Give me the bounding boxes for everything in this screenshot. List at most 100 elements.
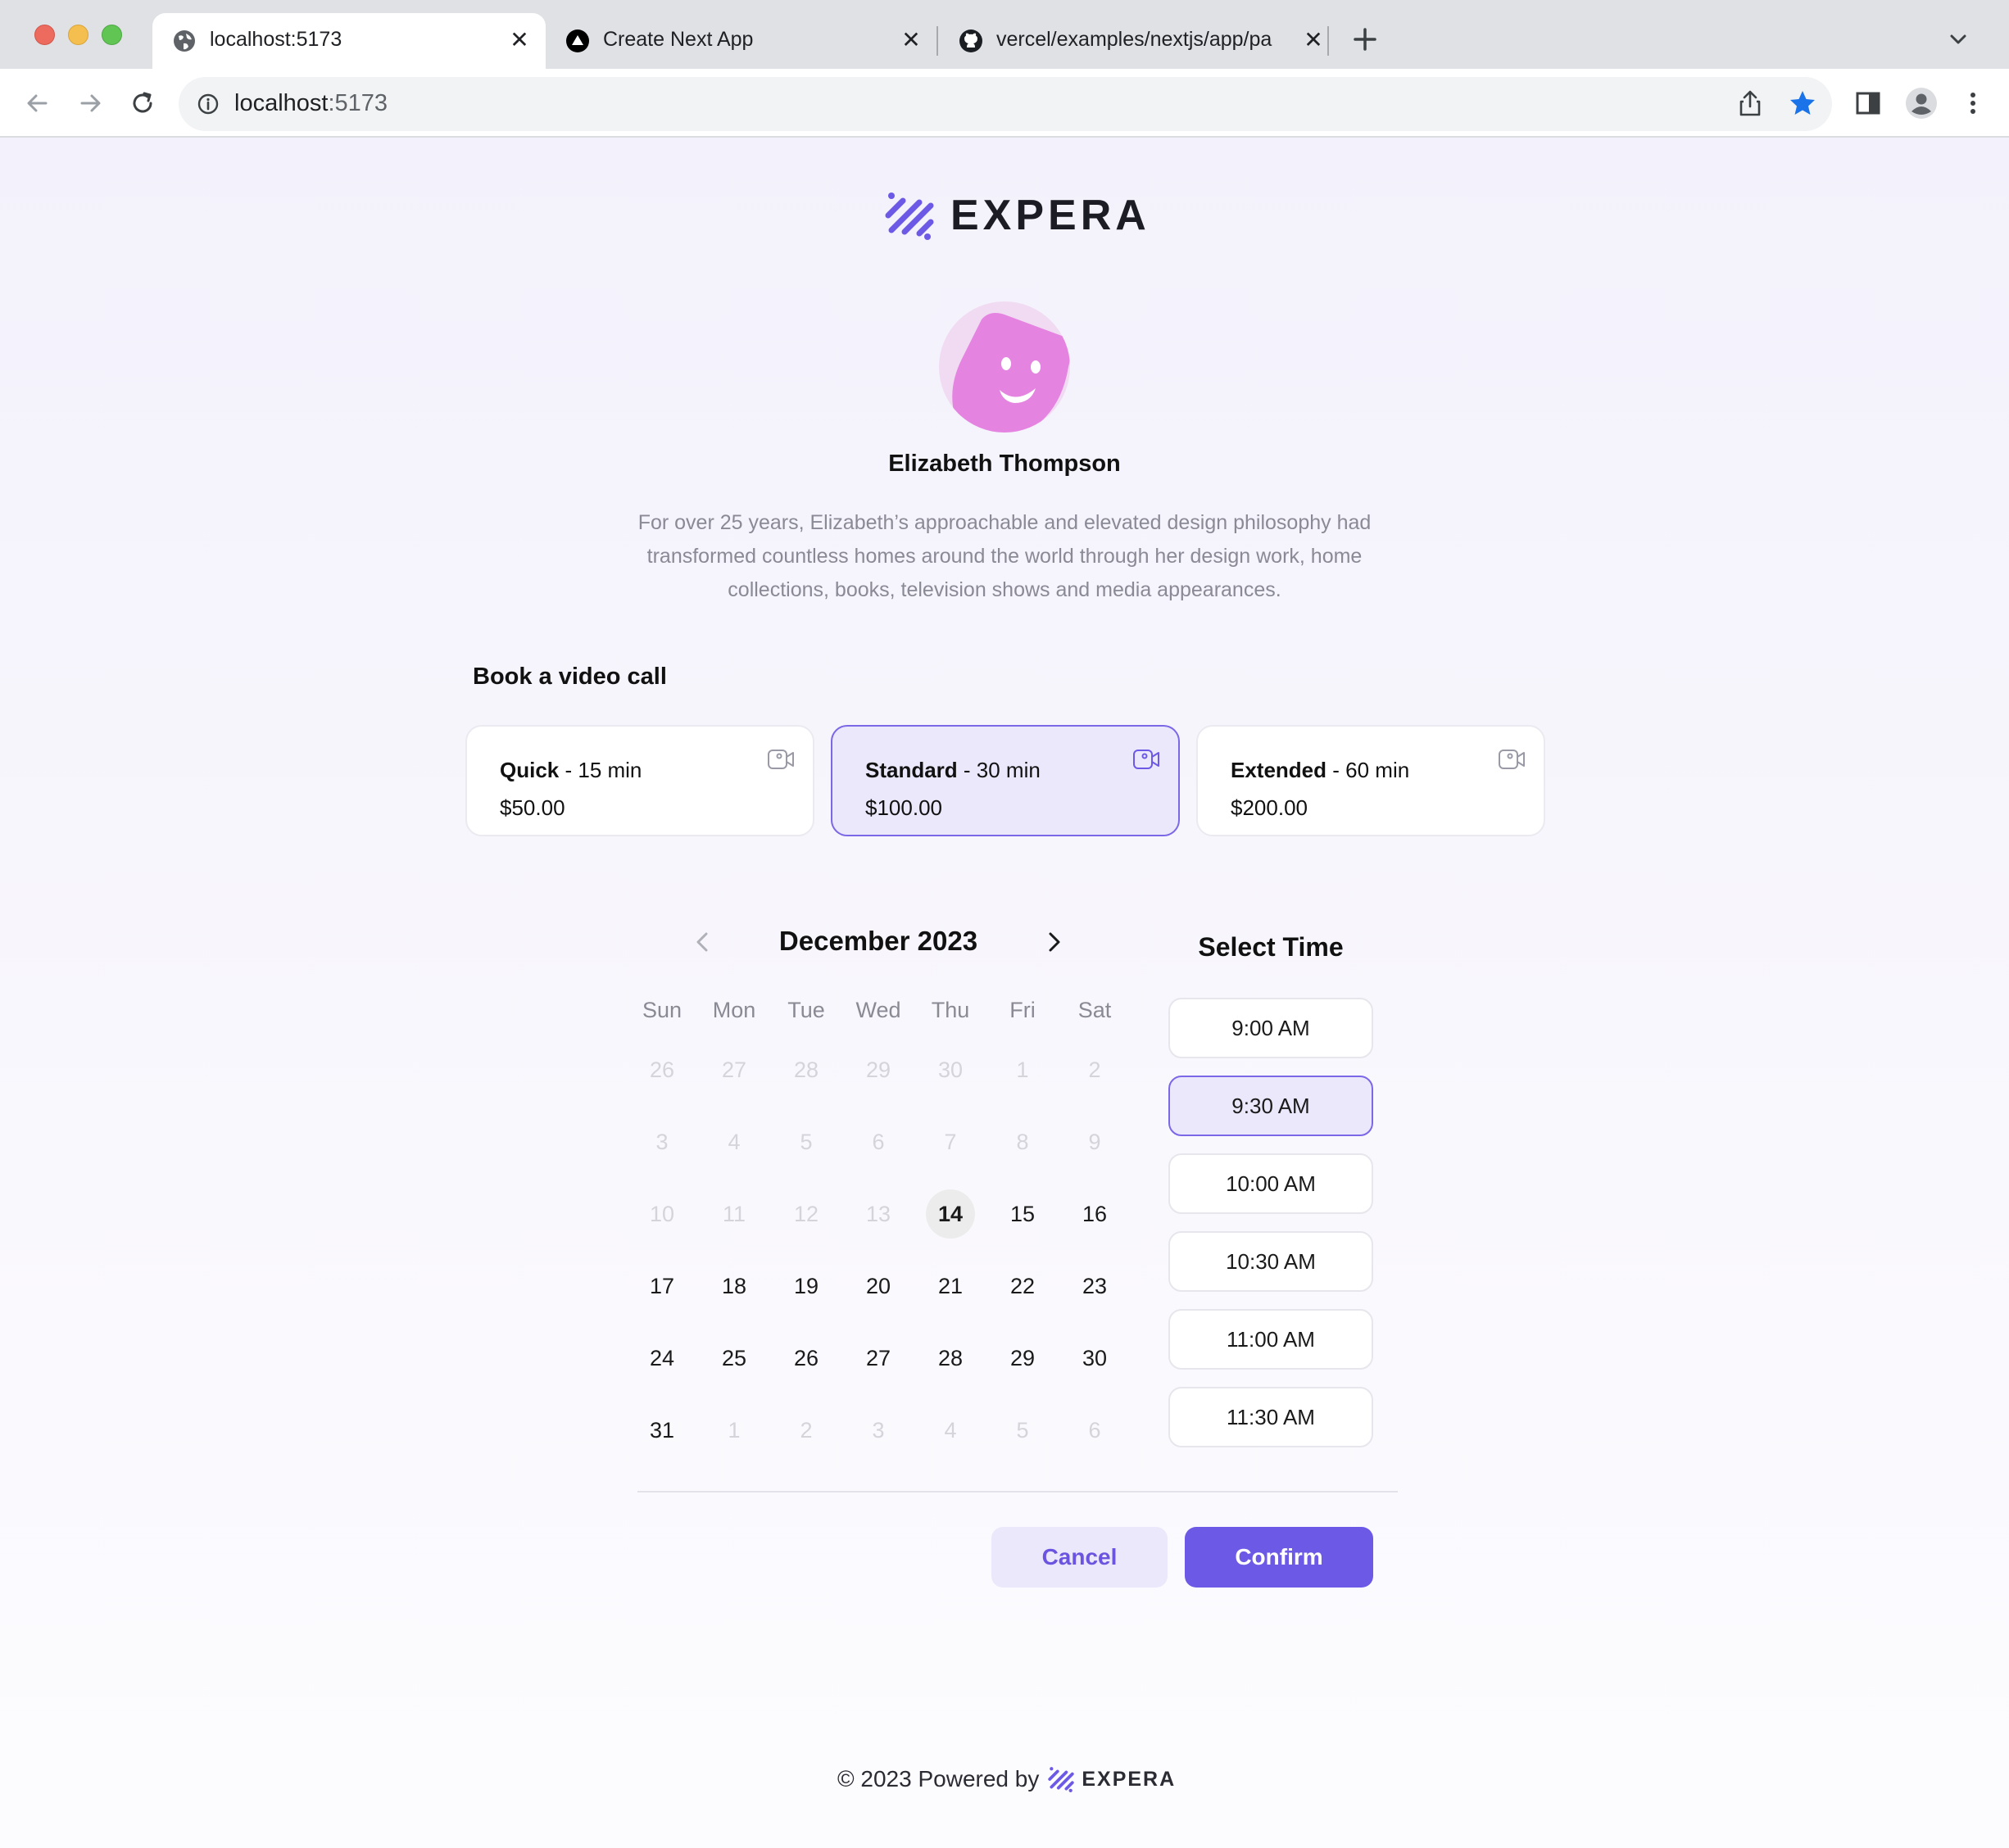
footer-brand: EXPERA: [1082, 1767, 1177, 1791]
profile-avatar-icon[interactable]: [1905, 87, 1938, 120]
plan-price: $100.00: [865, 795, 942, 820]
calendar-day-disabled: 1: [728, 1418, 741, 1443]
cancel-button[interactable]: Cancel: [991, 1527, 1168, 1588]
time-slot-button[interactable]: 11:30 AM: [1168, 1387, 1373, 1447]
calendar-day[interactable]: 26: [782, 1334, 831, 1383]
tab-title: localhost:5173: [210, 28, 342, 51]
calendar-day[interactable]: 30: [1070, 1334, 1119, 1383]
calendar-day-disabled: 10: [649, 1202, 675, 1226]
time-slot-button[interactable]: 10:00 AM: [1168, 1153, 1373, 1214]
window-close-button[interactable]: [34, 25, 55, 45]
calendar-day[interactable]: 31: [637, 1406, 687, 1455]
calendar-day-disabled: 12: [793, 1202, 819, 1226]
browser-tab-strip: localhost:5173 ✕ Create Next App ✕ verce…: [0, 0, 2009, 69]
tab-close-icon[interactable]: ✕: [507, 28, 532, 52]
calendar-day-disabled: 8: [1016, 1130, 1029, 1154]
address-bar[interactable]: localhost:5173: [179, 77, 1832, 131]
expera-logo-icon: [885, 192, 934, 240]
plan-price: $200.00: [1231, 795, 1308, 820]
brand-logo: EXPERA: [883, 187, 1150, 244]
calendar-day[interactable]: 18: [710, 1261, 759, 1311]
plan-card-quick[interactable]: Quick - 15 min $50.00: [465, 725, 814, 836]
calendar-day[interactable]: 21: [926, 1261, 975, 1311]
expera-logo-icon: [1048, 1767, 1075, 1792]
bookmark-star-icon[interactable]: [1788, 88, 1817, 118]
calendar-day[interactable]: 19: [782, 1261, 831, 1311]
page-footer: © 2023 Powered by EXPERA: [837, 1763, 1176, 1796]
window-minimize-button[interactable]: [68, 25, 88, 45]
weekday-label: Thu: [931, 998, 970, 1022]
plan-card-extended[interactable]: Extended - 60 min $200.00: [1196, 725, 1545, 836]
time-slot-button[interactable]: 9:00 AM: [1168, 998, 1373, 1058]
share-icon[interactable]: [1735, 88, 1765, 118]
calendar-day[interactable]: 27: [854, 1334, 903, 1383]
calendar-day-disabled: 4: [728, 1130, 741, 1154]
host-bio: For over 25 years, Elizabeth’s approacha…: [637, 511, 1372, 601]
tab-title: vercel/examples/nextjs/app/pa: [996, 28, 1272, 51]
globe-icon: [174, 30, 195, 52]
tab-title: Create Next App: [603, 28, 754, 51]
plan-name: Quick - 15 min: [500, 758, 642, 782]
plan-name: Extended - 60 min: [1231, 758, 1410, 782]
calendar-day-disabled: 2: [1088, 1058, 1101, 1082]
weekday-label: Mon: [712, 998, 756, 1022]
window-maximize-button[interactable]: [102, 25, 122, 45]
forward-arrow-icon[interactable]: [74, 87, 107, 120]
github-logo-icon: [959, 29, 982, 52]
plan-price: $50.00: [500, 795, 565, 820]
time-slot-button[interactable]: 9:30 AM: [1168, 1076, 1373, 1136]
tab-divider: [936, 26, 938, 56]
calendar-day[interactable]: 15: [998, 1189, 1047, 1239]
url-text: localhost:5173: [234, 90, 388, 116]
calendar-month-title: December 2023: [778, 926, 978, 956]
browser-tab-github[interactable]: vercel/examples/nextjs/app/pa ✕: [939, 13, 1331, 69]
previous-month-chevron-icon[interactable]: [688, 927, 718, 957]
calendar-day[interactable]: 17: [637, 1261, 687, 1311]
weekday-label: Sun: [642, 998, 683, 1022]
calendar-day-disabled: 11: [722, 1202, 746, 1226]
calendar-day[interactable]: 25: [710, 1334, 759, 1383]
host-avatar: [939, 301, 1070, 433]
time-slot-button[interactable]: 11:00 AM: [1168, 1309, 1373, 1370]
tab-close-icon[interactable]: ✕: [899, 28, 923, 52]
booking-page: EXPERA Elizabeth Thompson For over 25 ye…: [0, 138, 2009, 1848]
time-slot-button[interactable]: 10:30 AM: [1168, 1231, 1373, 1292]
tab-close-icon[interactable]: ✕: [1301, 28, 1326, 52]
site-info-icon[interactable]: [197, 93, 220, 116]
calendar-day[interactable]: 29: [998, 1334, 1047, 1383]
plan-card-standard[interactable]: Standard - 30 min $100.00: [831, 725, 1180, 836]
next-month-chevron-icon[interactable]: [1039, 927, 1068, 957]
video-camera-icon: [1499, 750, 1525, 769]
host-name: Elizabeth Thompson: [888, 451, 1121, 477]
calendar-day-disabled: 9: [1088, 1130, 1101, 1154]
calendar-day-disabled: 3: [872, 1418, 885, 1443]
calendar-day[interactable]: 20: [854, 1261, 903, 1311]
browser-tab-localhost[interactable]: localhost:5173 ✕: [152, 13, 546, 69]
new-tab-plus-icon[interactable]: [1349, 23, 1381, 56]
calendar-day[interactable]: 24: [637, 1334, 687, 1383]
footer-text: © 2023 Powered by: [837, 1766, 1040, 1791]
calendar-day[interactable]: 16: [1070, 1189, 1119, 1239]
calendar-day[interactable]: 28: [926, 1334, 975, 1383]
calendar-day-disabled: 7: [944, 1130, 957, 1154]
calendar-day-disabled: 5: [800, 1130, 813, 1154]
calendar-day[interactable]: 23: [1070, 1261, 1119, 1311]
more-menu-icon[interactable]: [1958, 88, 1988, 118]
vercel-logo-icon: [566, 29, 589, 52]
back-arrow-icon[interactable]: [21, 87, 54, 120]
smiley-avatar-icon: [952, 313, 1070, 433]
confirm-button[interactable]: Confirm: [1185, 1527, 1373, 1588]
weekday-label: Fri: [1009, 998, 1036, 1022]
tab-search-chevron-icon[interactable]: [1947, 28, 1970, 51]
browser-tab-create-next-app[interactable]: Create Next App ✕: [546, 13, 937, 69]
browser-toolbar: localhost:5173: [0, 69, 2009, 138]
reload-icon[interactable]: [126, 87, 159, 120]
brand-name: EXPERA: [950, 192, 1150, 239]
footer-divider: [637, 1491, 1398, 1492]
calendar-day[interactable]: 22: [998, 1261, 1047, 1311]
side-panel-icon[interactable]: [1853, 88, 1883, 118]
calendar-day-disabled: 28: [793, 1058, 819, 1082]
weekday-label: Wed: [855, 998, 901, 1022]
calendar-day-disabled: 5: [1016, 1418, 1029, 1443]
calendar-day[interactable]: 14: [926, 1189, 975, 1239]
